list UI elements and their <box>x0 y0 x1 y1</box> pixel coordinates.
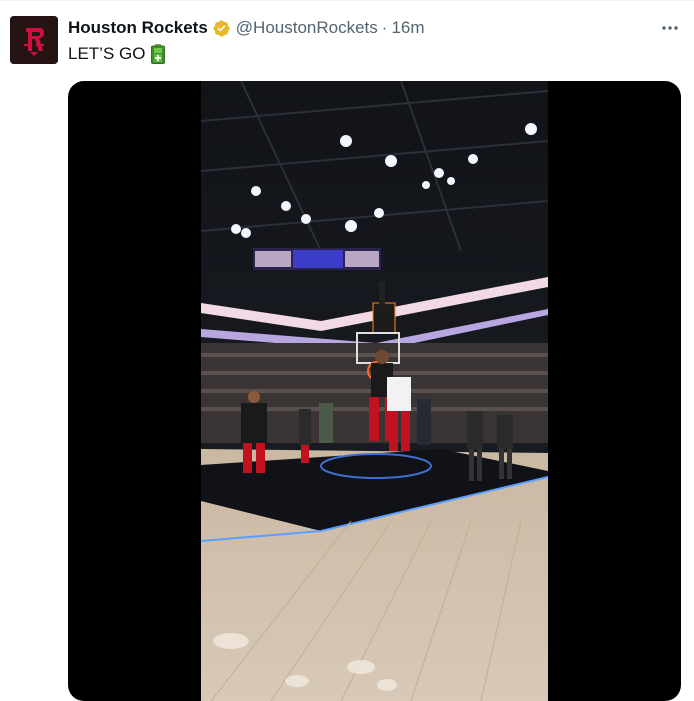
video-player[interactable] <box>68 81 681 701</box>
tweet-header: Houston Rockets @HoustonRockets · 16m <box>68 17 425 39</box>
separator-dot: · <box>381 18 388 37</box>
verified-badge-icon[interactable] <box>212 19 231 38</box>
more-options-icon <box>662 26 678 30</box>
display-name[interactable]: Houston Rockets <box>68 17 208 39</box>
tweet-text: LET’S GO <box>68 43 166 65</box>
timestamp[interactable]: 16m <box>391 17 424 39</box>
arena-scene <box>201 81 548 701</box>
avatar[interactable] <box>10 16 58 64</box>
tweet-text-content: LET’S GO <box>68 44 146 63</box>
tweet[interactable]: Houston Rockets @HoustonRockets · 16m LE… <box>0 0 694 701</box>
more-options-button[interactable] <box>656 16 684 40</box>
video-frame <box>201 81 548 701</box>
handle[interactable]: @HoustonRockets <box>236 17 378 39</box>
houston-rockets-logo <box>10 16 58 64</box>
battery-emoji-icon <box>151 44 166 64</box>
